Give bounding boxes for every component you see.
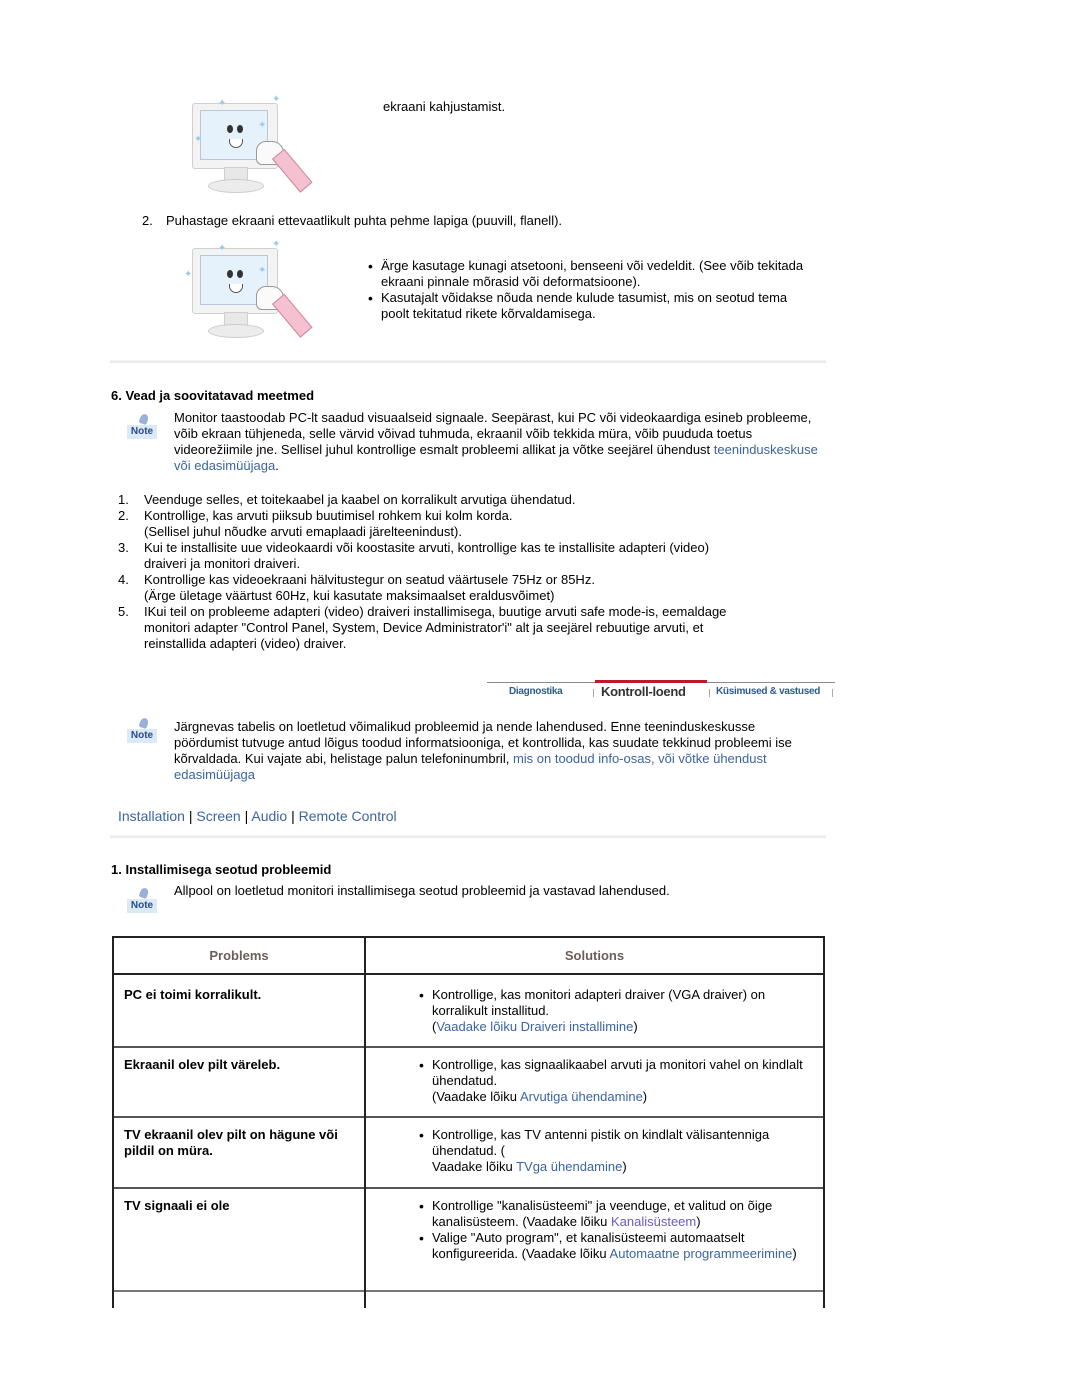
caption-text: ekraani kahjustamist. [383,99,506,114]
list-item: 1. Veenduge selles, et toitekaabel ja kaa… [118,492,576,507]
driver-install-link[interactable]: Vaadake lõiku Draiveri installimine [436,1019,633,1034]
tv-connection-link[interactable]: TVga ühendamine [516,1159,622,1174]
list-item: Kontrollige, kas monitori adapteri draiv… [419,987,809,1035]
section-heading: 6. Vead ja soovitatavad meetmed [111,388,315,403]
face-icon [220,117,250,153]
pc-connection-link[interactable]: Arvutiga ühendamine [520,1089,643,1104]
problem-cell: Ekraanil olev pilt väreleb. [124,1057,281,1072]
problem-cell: TV signaali ei ole [124,1198,230,1213]
handle-icon [272,293,313,338]
nav-remote-control-link[interactable]: Remote Control [299,808,397,824]
divider [110,360,826,363]
tab-kontroll-loend[interactable]: Kontroll-loend [601,684,686,699]
nav-installation-link[interactable]: Installation [118,808,185,824]
note-text: Allpool on loetletud monitori installimi… [174,883,670,898]
problem-cell: TV ekraanil olev pilt on hägune või pild… [124,1127,338,1158]
note-icon: Note [125,412,159,444]
solution-cell: Kontrollige, kas TV antenni pistik on ki… [419,1127,809,1175]
list-item: Valige "Auto program", et kanalisüsteemi… [419,1230,809,1262]
troubleshoot-steps: 1. Veenduge selles, et toitekaabel ja kaa… [110,492,830,652]
handle-icon [272,148,313,193]
nav-screen-link[interactable]: Screen [196,808,240,824]
column-header-solutions: Solutions [564,948,625,963]
step-text: Puhastage ekraani ettevaatlikult puhta p… [166,213,563,228]
section-tabs: Diagnostika Kontroll-loend Küsimused & v… [487,678,835,704]
active-tab-indicator [595,680,707,683]
category-nav: Installation | Screen | Audio | Remote C… [118,808,397,824]
auto-program-link[interactable]: Automaatne programmeerimine [610,1246,793,1261]
solution-cell: Kontrollige, kas monitori adapteri draiv… [419,987,809,1035]
note-text: Monitor taastoodab PC-lt saadud visuaals… [174,410,818,473]
list-item: 4. Kontrollige kas videoekraani hälvitust… [118,572,595,603]
warning-list: Ärge kasutage kunagi atsetooni, benseeni… [368,258,813,322]
list-item: Ärge kasutage kunagi atsetooni, benseeni… [368,258,813,290]
list-item: Kontrollige, kas TV antenni pistik on ki… [419,1127,809,1175]
list-item: 5. IKui teil on probleeme adapteri (video… [118,604,727,651]
list-item: Kasutajalt võidakse nõuda nende kulude t… [368,290,813,322]
note-icon: Note [125,716,159,748]
note-icon: Note [125,886,159,918]
monitor-cleaning-image: ✦ ✦ ✦ ✦ [180,95,330,205]
nav-audio-link[interactable]: Audio [251,808,287,824]
column-header-problems: Problems [209,948,269,963]
solution-cell: Kontrollige "kanalisüsteemi" ja veenduge… [419,1198,809,1262]
solution-cell: Kontrollige, kas signaalikaabel arvuti j… [419,1057,809,1105]
problems-table: Problems Solutions PC ei toimi korraliku… [112,936,825,1308]
divider [110,835,826,838]
section-heading: 1. Installimisega seotud probleemid [111,862,332,877]
list-item: 3. Kui te installisite uue videokaardi võ… [118,540,710,571]
channel-system-link[interactable]: Kanalisüsteem [611,1214,696,1229]
list-item: 2. Kontrollige, kas arvuti piiksub buutim… [118,508,513,539]
step-number: 2. [142,213,153,228]
monitor-cleaning-image: ✦ ✦ ✦ ✦ [180,240,330,350]
note-text: Järgnevas tabelis on loetletud võimaliku… [174,719,792,782]
tab-kusimused-vastused[interactable]: Küsimused & vastused [716,686,820,697]
problem-cell: PC ei toimi korralikult. [124,987,262,1002]
face-icon [220,262,250,298]
list-item: Kontrollige, kas signaalikaabel arvuti j… [419,1057,809,1105]
list-item: Kontrollige "kanalisüsteemi" ja veenduge… [419,1198,809,1230]
tab-diagnostika[interactable]: Diagnostika [509,686,563,697]
